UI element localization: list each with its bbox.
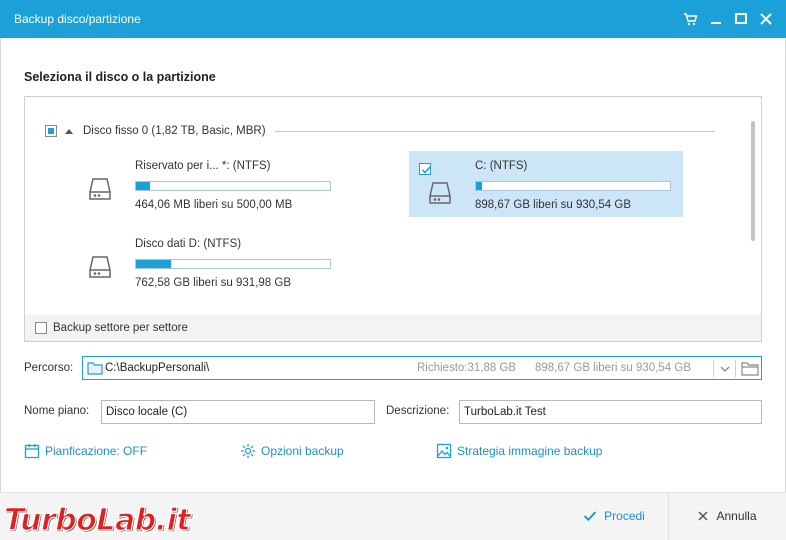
folder-icon (87, 361, 103, 378)
browse-folder-icon[interactable] (741, 361, 759, 379)
proceed-label: Procedi (604, 509, 645, 523)
sector-backup-label: Backup settore per settore (53, 322, 188, 334)
schedule-link[interactable]: Pianficazione: OFF (24, 443, 147, 459)
path-divider (713, 360, 714, 377)
partition-usage-fill (476, 182, 482, 190)
partition-name: Disco dati D: (NTFS) (135, 238, 242, 250)
hard-drive-icon (429, 181, 451, 208)
disk-checkbox[interactable] (45, 125, 57, 137)
partition-usage-fill (136, 182, 150, 190)
maximize-icon[interactable] (731, 9, 751, 29)
free-space: 898,67 GB liberi su 930,54 GB (535, 362, 691, 374)
calendar-icon (24, 444, 40, 459)
check-icon (584, 511, 597, 522)
cancel-label: Annulla (716, 509, 757, 523)
hard-drive-icon (89, 177, 111, 204)
required-space: Richiesto:31,88 GB (417, 362, 517, 374)
watermark-logo: TurboLab.it (3, 503, 191, 538)
vertical-scrollbar[interactable] (751, 121, 755, 241)
image-strategy-link[interactable]: Strategia immagine backup (436, 443, 602, 459)
gear-icon (241, 444, 255, 458)
backup-options-link[interactable]: Opzioni backup (240, 443, 344, 459)
partition-item-reserved[interactable]: Riservato per i... *: (NTFS) 464,06 MB l… (83, 151, 343, 217)
disk-divider (275, 131, 715, 132)
path-value: C:\BackupPersonali\ (105, 362, 210, 374)
partition-item-c[interactable]: C: (NTFS) 898,67 GB liberi su 930,54 GB (409, 151, 683, 217)
plan-name-label: Nome piano: (24, 405, 90, 417)
disk-header[interactable]: Disco fisso 0 (1,82 TB, Basic, MBR) (45, 125, 266, 137)
path-label: Percorso: (24, 362, 74, 374)
title-bar: Backup disco/partizione (0, 0, 786, 38)
disk-selection-panel: Disco fisso 0 (1,82 TB, Basic, MBR) Rise… (24, 96, 762, 342)
cart-icon[interactable] (680, 9, 700, 29)
minimize-icon[interactable] (706, 9, 726, 29)
close-icon[interactable] (756, 9, 776, 29)
collapse-triangle-icon[interactable] (65, 128, 73, 134)
chevron-down-icon[interactable] (719, 363, 731, 377)
sector-backup-checkbox[interactable] (35, 322, 47, 334)
disk-label: Disco fisso 0 (1,82 TB, Basic, MBR) (83, 125, 266, 137)
proceed-button[interactable]: Procedi (560, 492, 668, 540)
partition-space-info: 464,06 MB liberi su 500,00 MB (135, 199, 293, 211)
description-label: Descrizione: (386, 405, 450, 417)
section-title: Seleziona il disco o la partizione (24, 70, 216, 84)
partition-usage-fill (136, 260, 171, 268)
partition-usage-bar (135, 181, 331, 191)
path-divider (735, 360, 736, 377)
backup-options-label: Opzioni backup (261, 444, 344, 458)
description-input[interactable]: TurboLab.it Test (459, 400, 762, 424)
sector-backup-row[interactable]: Backup settore per settore (25, 315, 761, 341)
partition-checkbox[interactable] (419, 163, 431, 175)
close-icon (698, 511, 709, 521)
image-icon (436, 443, 452, 459)
partition-space-info: 898,67 GB liberi su 930,54 GB (475, 199, 631, 211)
plan-name-input[interactable]: Disco locale (C) (101, 400, 375, 424)
partition-usage-bar (475, 181, 671, 191)
partition-item-d[interactable]: Disco dati D: (NTFS) 762,58 GB liberi su… (83, 229, 343, 295)
partition-space-info: 762,58 GB liberi su 931,98 GB (135, 277, 291, 289)
partition-name: C: (NTFS) (475, 160, 528, 172)
window-title: Backup disco/partizione (14, 12, 141, 26)
cancel-button[interactable]: Annulla (668, 492, 785, 540)
partition-usage-bar (135, 259, 331, 269)
image-strategy-label: Strategia immagine backup (457, 444, 603, 458)
hard-drive-icon (89, 255, 111, 282)
schedule-link-label: Pianficazione: OFF (45, 444, 148, 458)
destination-path-field[interactable]: C:\BackupPersonali\ Richiesto:31,88 GB 8… (82, 356, 762, 380)
partition-name: Riservato per i... *: (NTFS) (135, 160, 271, 172)
